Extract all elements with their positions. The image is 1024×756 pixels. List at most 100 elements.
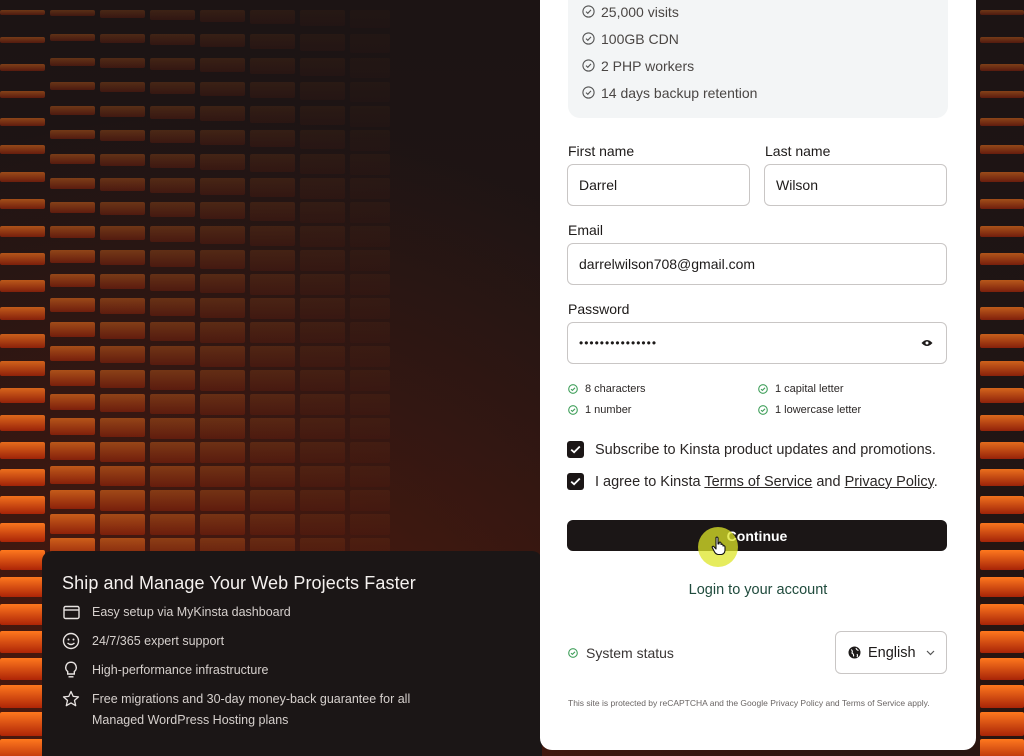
background-bar [350,250,390,271]
agree-checkbox-row[interactable]: I agree to Kinsta Terms of Service and P… [567,473,938,490]
background-bar [980,118,1024,127]
plan-features-box: 25,000 visits 100GB CDN 2 PHP workers 14… [568,0,948,118]
first-name-input[interactable] [567,164,750,206]
last-name-input[interactable] [764,164,947,206]
plan-feature: 25,000 visits [582,0,948,25]
background-bar [250,178,295,197]
plan-feature: 2 PHP workers [582,52,948,79]
background-bar [50,490,95,509]
background-bar [300,154,345,175]
background-bar [100,34,145,43]
background-bar [350,106,390,127]
agree-checkbox[interactable] [567,473,584,490]
background-bar [300,490,345,511]
background-bar [980,361,1024,376]
background-bar [0,91,45,99]
login-link[interactable]: Login to your account [540,582,976,598]
background-bar [300,202,345,223]
background-bar [980,550,1024,570]
background-bar [980,37,1024,43]
show-password-eye-icon[interactable] [920,336,934,350]
background-bar [150,154,195,169]
background-bar [250,466,295,487]
background-bar [300,514,345,535]
background-bar [100,10,145,19]
background-bar [980,172,1024,182]
background-bar [150,346,195,366]
language-select[interactable]: English [835,631,947,674]
background-bar [980,631,1024,653]
background-bar [150,274,195,292]
background-bar [350,322,390,343]
background-bar [100,322,145,339]
smiley-icon [62,632,80,650]
background-bar [250,154,295,173]
terms-of-service-link[interactable]: Terms of Service [704,474,812,490]
background-bar-column [980,0,1024,756]
email-input[interactable] [567,243,947,285]
check-circle-icon [582,5,595,18]
background-bar [0,253,45,265]
background-bar [50,250,95,263]
background-bar [50,418,95,436]
background-bar [980,307,1024,321]
feature-infrastructure: High-performance infrastructure [62,660,522,681]
background-bar [100,370,145,388]
requirement-lowercase-letter: 1 lowercase letter [758,404,861,416]
subscribe-checkbox-row[interactable]: Subscribe to Kinsta product updates and … [567,441,936,458]
globe-icon [848,646,861,659]
background-bar [200,202,245,220]
background-bar [100,418,145,438]
background-bar [350,202,390,223]
background-bar [100,346,145,364]
requirement-8-characters: 8 characters [568,383,646,395]
background-bar [200,322,245,343]
background-bar [980,442,1024,459]
background-bar [0,523,45,542]
background-bar [200,394,245,415]
background-bar [350,226,390,247]
background-bar [350,442,390,463]
background-bar [100,178,145,191]
background-bar [200,466,245,487]
background-bar [0,658,45,681]
background-bar [250,202,295,222]
background-bar [100,274,145,290]
background-bar [50,178,95,189]
background-bar [300,10,345,27]
background-bar [250,490,295,511]
background-bar [250,34,295,49]
background-bar [100,82,145,93]
background-bar [200,370,245,391]
background-bar [350,370,390,391]
background-bar [200,418,245,439]
subscribe-checkbox[interactable] [567,441,584,458]
background-bar [250,106,295,123]
checkmark-icon [570,477,581,486]
background-bar [50,226,95,238]
background-bar [150,490,195,511]
background-bar [50,442,95,460]
background-bar [150,178,195,193]
background-bar [200,154,245,171]
lightbulb-icon [62,661,80,679]
background-bar [0,577,45,598]
background-bar [150,250,195,267]
last-name-label: Last name [765,143,831,159]
feature-text: 24/7/365 expert support [92,634,225,648]
background-bar [0,118,45,127]
background-bar [350,490,390,511]
background-bar [50,394,95,411]
continue-button[interactable]: Continue [567,520,947,551]
hand-pointer-icon [711,536,726,556]
background-bar [250,370,295,391]
privacy-policy-link[interactable]: Privacy Policy [845,474,934,490]
background-bar [350,10,390,29]
background-bar [0,685,45,709]
password-input[interactable] [567,322,947,364]
background-bar [0,145,45,154]
background-bar [350,130,390,151]
system-status[interactable]: System status [568,645,674,661]
background-bar [350,346,390,367]
check-circle-icon [582,59,595,72]
